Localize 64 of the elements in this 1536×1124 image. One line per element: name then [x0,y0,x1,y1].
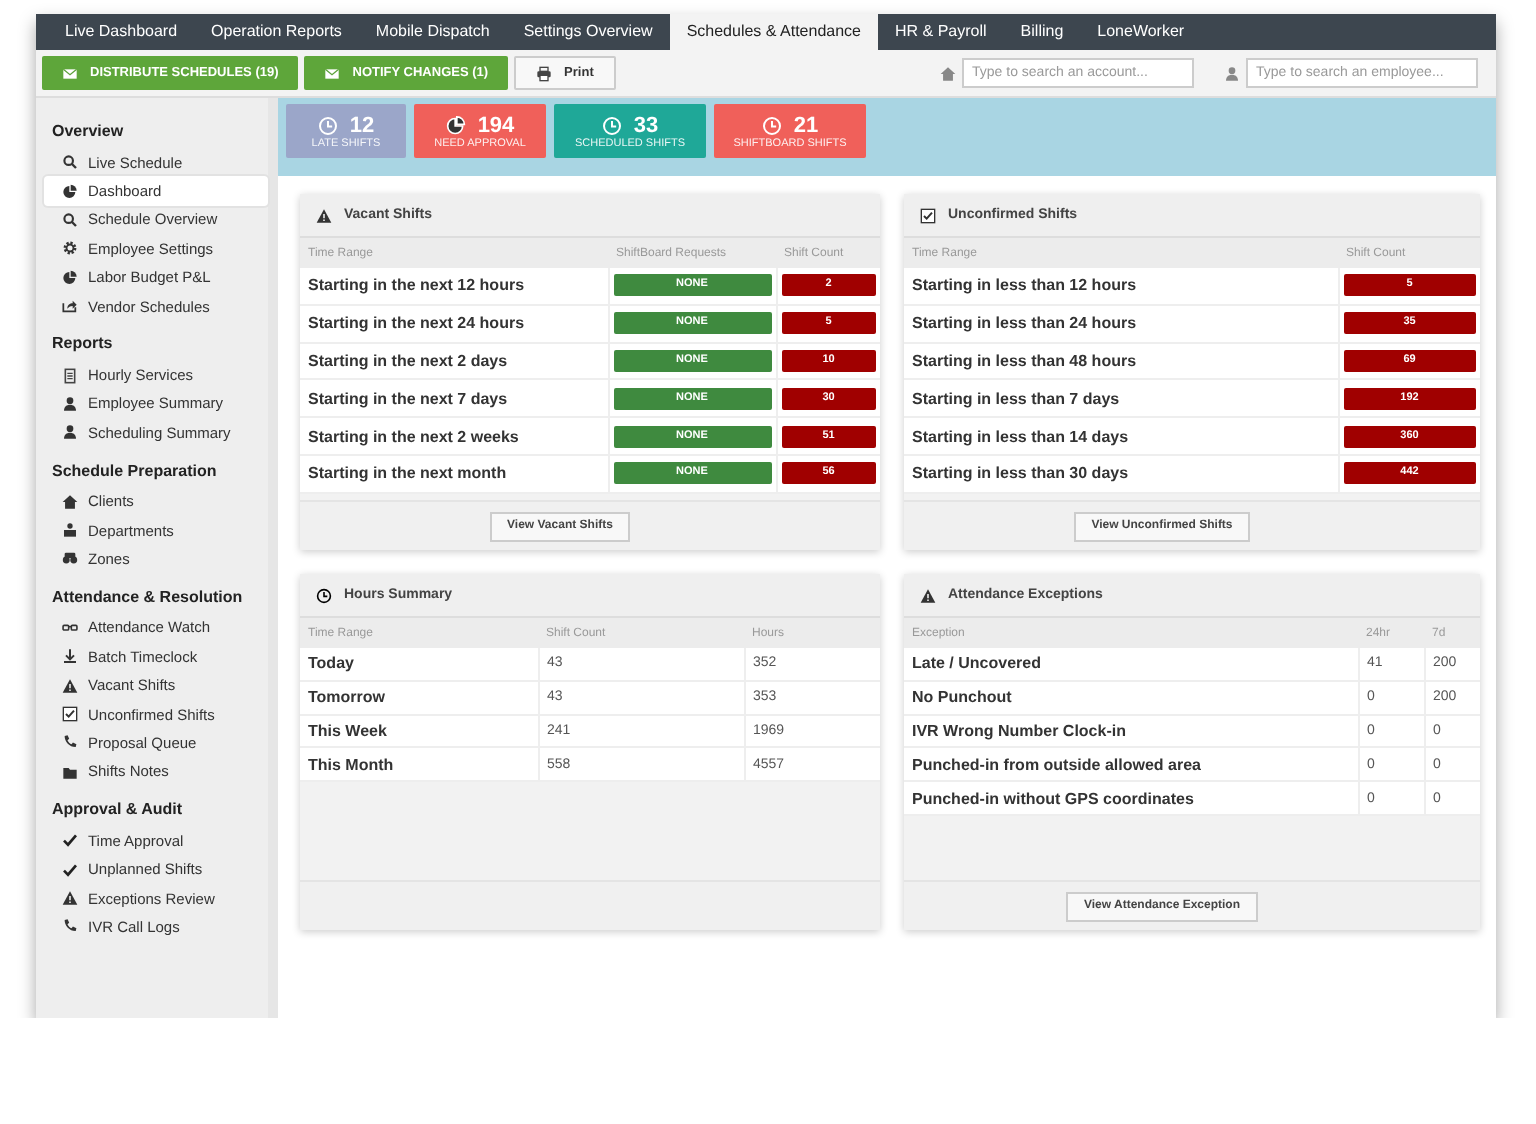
clock-icon [761,115,782,135]
table-cell: Starting in the next 2 weeks [300,417,608,455]
table-cell: Starting in less than 14 days [904,417,1338,455]
search-icon [62,211,78,228]
stat-value: 194 [477,113,515,137]
tab[interactable]: Billing [1003,14,1081,50]
tab[interactable]: LoneWorker [1080,14,1202,50]
table-cell: Starting in the next 12 hours [300,268,608,305]
table-cell: Starting in less than 24 hours [904,304,1338,343]
warning-icon [62,677,78,694]
checkbox-icon [62,706,78,723]
clock-icon [316,587,332,603]
warning-icon [316,207,332,223]
user-icon [62,395,78,412]
person-desk-icon [62,522,78,539]
section-heading: Reports [52,332,115,357]
glasses-icon [62,619,78,636]
envelope-icon [324,65,341,81]
table-cell: Punched-in without GPS coordinates [904,781,1358,815]
folder-icon [62,763,78,780]
pie-chart-icon [62,183,78,200]
tab[interactable]: Schedules & Attendance [669,14,878,50]
document-icon [62,367,78,384]
clock-icon [317,115,338,135]
house-icon [62,493,78,510]
section-heading: Attendance & Resolution [52,585,245,610]
user-icon [1224,65,1240,81]
clock-icon [601,115,622,135]
phone-icon [62,734,78,751]
warning-icon [920,587,936,603]
table-cell: Tomorrow [300,680,538,715]
envelope-icon [62,65,78,81]
house-icon [940,65,956,81]
pie-chart-icon [445,115,466,135]
printer-icon [536,65,553,81]
download-icon [62,648,78,665]
share-icon [62,298,78,315]
checkbox-icon [920,207,936,223]
pie-chart-icon [62,269,78,286]
tab[interactable]: Operation Reports [194,14,359,50]
table-cell: Starting in less than 12 hours [904,268,1338,305]
table-cell: This Month [300,747,538,782]
section-heading: Schedule Preparation [52,459,219,484]
tab[interactable]: Live Dashboard [48,14,195,50]
warning-icon [62,890,78,906]
stat-value: 21 [793,113,819,137]
section-heading: Overview [52,120,126,144]
search-icon [62,154,78,171]
tab[interactable]: HR & Payroll [878,14,1004,50]
tab[interactable]: Settings Overview [506,14,670,50]
table-cell: Late / Uncovered [904,648,1358,681]
table-cell: Starting in less than 30 days [904,454,1338,493]
binoculars-icon [62,550,78,567]
section-heading: Approval & Audit [52,798,185,823]
phone-icon [62,918,78,935]
table-cell: Starting in the next 24 hours [300,304,608,343]
user-icon [62,424,78,441]
tab[interactable]: Mobile Dispatch [358,14,507,50]
table-cell: Today [300,648,538,681]
stat-value: 12 [349,113,375,137]
gear-icon [62,240,78,257]
table-cell: No Punchout [904,680,1358,715]
stat-value: 33 [633,113,659,137]
table-cell: Starting in the next month [300,454,608,493]
